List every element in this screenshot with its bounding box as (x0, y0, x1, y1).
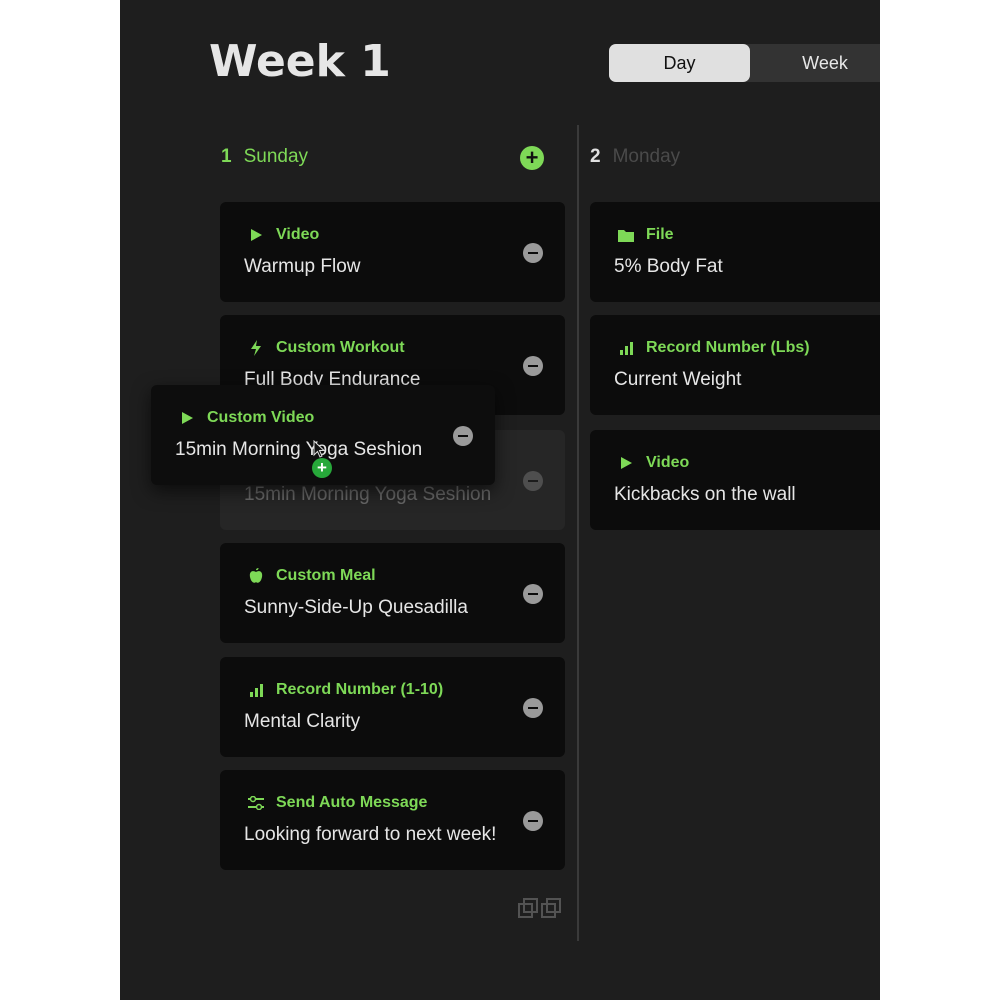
card-type-label: Video (646, 454, 690, 471)
day-name: Sunday (243, 146, 309, 167)
card-type: Send Auto Message (248, 794, 427, 812)
card-title: Kickbacks on the wall (614, 484, 796, 505)
week-view-button[interactable]: Week (750, 44, 880, 82)
play-icon (248, 227, 264, 243)
remove-button[interactable] (523, 698, 543, 718)
folder-icon (618, 227, 634, 243)
card-type: Record Number (1-10) (248, 681, 443, 699)
view-toggle: Day Week (609, 44, 880, 82)
card-title: Current Weight (614, 369, 742, 390)
card-type-label: Record Number (Lbs) (646, 339, 810, 356)
remove-button[interactable] (523, 243, 543, 263)
card-type-label: Custom Meal (276, 567, 376, 584)
card-type: Video (248, 226, 319, 244)
remove-button[interactable] (523, 356, 543, 376)
day-header-monday: 2 Monday (590, 146, 680, 168)
card-type: Video (618, 454, 689, 472)
card-type-label: Video (276, 226, 320, 243)
sliders-icon (248, 795, 264, 811)
workout-card[interactable]: Record Number (Lbs) Current Weight (590, 315, 880, 415)
card-type-label: Record Number (1-10) (276, 681, 444, 698)
card-type-label: Send Auto Message (276, 794, 428, 811)
add-item-button[interactable]: + (520, 146, 544, 170)
card-title: Warmup Flow (244, 256, 361, 277)
card-type: Custom Meal (248, 567, 376, 585)
day-view-button[interactable]: Day (609, 44, 750, 82)
workout-card[interactable]: Custom Meal Sunny-Side-Up Quesadilla (220, 543, 565, 643)
day-number: 2 (590, 146, 601, 167)
day-header-sunday: 1 Sunday (221, 146, 308, 168)
bar-chart-icon (248, 682, 264, 698)
card-type: File (618, 226, 674, 244)
card-title: 5% Body Fat (614, 256, 723, 277)
card-title: 15min Morning Yoga Seshion (175, 439, 423, 460)
workout-card[interactable]: Video Warmup Flow (220, 202, 565, 302)
cursor-arrow-icon (313, 439, 326, 463)
card-title: Looking forward to next week! (244, 824, 497, 845)
remove-button (523, 471, 543, 491)
copy-day-icon[interactable] (518, 896, 562, 925)
card-type-label: Custom Workout (276, 339, 405, 356)
card-type: Record Number (Lbs) (618, 339, 810, 357)
remove-button[interactable] (453, 426, 473, 446)
play-icon (618, 455, 634, 471)
bar-chart-icon (618, 340, 634, 356)
apple-icon (248, 568, 264, 584)
page-title: Week 1 (209, 36, 391, 87)
card-title: 15min Morning Yoga Seshion (244, 484, 492, 505)
lightning-icon (248, 340, 264, 356)
remove-button[interactable] (523, 584, 543, 604)
workout-card[interactable]: Video Kickbacks on the wall (590, 430, 880, 530)
day-number: 1 (221, 146, 232, 167)
app-window: Week 1 Day Week 1 Sunday + Video Warmup … (120, 0, 880, 1000)
workout-card[interactable]: Send Auto Message Looking forward to nex… (220, 770, 565, 870)
workout-card[interactable]: File 5% Body Fat (590, 202, 880, 302)
card-type: Custom Workout (248, 339, 405, 357)
workout-card[interactable]: Record Number (1-10) Mental Clarity (220, 657, 565, 757)
play-icon (179, 410, 195, 426)
card-type-label: File (646, 226, 674, 243)
column-divider (577, 125, 579, 941)
remove-button[interactable] (523, 811, 543, 831)
card-title: Sunny-Side-Up Quesadilla (244, 597, 468, 618)
card-type: Custom Video (179, 409, 314, 427)
card-title: Mental Clarity (244, 711, 361, 732)
card-type-label: Custom Video (207, 409, 315, 426)
day-name: Monday (612, 146, 681, 167)
